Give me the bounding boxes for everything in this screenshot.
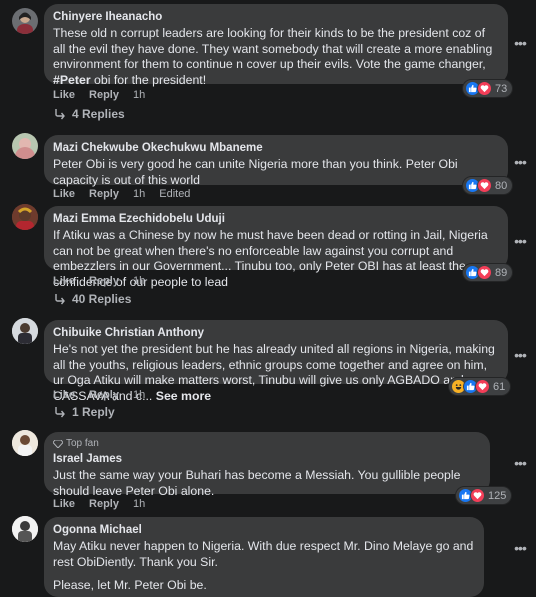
view-replies-button[interactable]: 4 Replies (54, 107, 125, 121)
comment-text: Peter Obi is very good he can unite Nige… (53, 157, 458, 187)
comment-text: Just the same way your Buhari has become… (53, 468, 461, 498)
reactions-summary[interactable]: 73 (463, 80, 513, 97)
comment-text: May Atiku never happen to Nigeria. With … (53, 539, 474, 569)
see-more-link[interactable]: See more (156, 389, 211, 403)
love-reaction-icon (470, 488, 485, 503)
reaction-count: 61 (493, 380, 506, 393)
reaction-count: 89 (495, 266, 508, 279)
avatar[interactable] (12, 430, 38, 456)
avatar[interactable] (12, 204, 38, 230)
timestamp[interactable]: 1h (133, 389, 145, 401)
timestamp[interactable]: 1h (133, 275, 145, 287)
reply-button[interactable]: Reply (89, 389, 119, 401)
avatar[interactable] (12, 516, 38, 542)
more-options-icon[interactable]: ••• (512, 456, 528, 474)
reply-arrow-icon (55, 109, 65, 120)
comment-actions: Like Reply 1h (53, 274, 145, 288)
comment-bubble: Mazi Emma Ezechidobelu Uduji If Atiku wa… (44, 206, 508, 289)
comment-actions: Like Reply 1h (53, 497, 145, 511)
timestamp[interactable]: 1h (133, 188, 145, 200)
like-button[interactable]: Like (53, 275, 75, 287)
comment-author[interactable]: Israel James (53, 452, 480, 466)
hashtag-link[interactable]: #Peter (53, 73, 91, 87)
reaction-count: 125 (488, 489, 507, 502)
avatar[interactable] (12, 133, 38, 159)
timestamp[interactable]: 1h (133, 498, 145, 510)
reply-button[interactable]: Reply (89, 275, 119, 287)
comment-bubble: Ogonna Michael May Atiku never happen to… (44, 517, 484, 597)
reply-button[interactable]: Reply (89, 188, 119, 200)
like-button[interactable]: Like (53, 188, 75, 200)
love-reaction-icon (475, 379, 490, 394)
more-options-icon[interactable]: ••• (512, 155, 528, 173)
comment-author[interactable]: Chibuike Christian Anthony (53, 326, 498, 340)
reply-arrow-icon (55, 407, 65, 418)
more-options-icon[interactable]: ••• (512, 234, 528, 252)
more-options-icon[interactable]: ••• (512, 541, 528, 559)
reactions-summary[interactable]: 61 (449, 378, 511, 395)
reply-button[interactable]: Reply (89, 89, 119, 101)
comment-bubble: Chibuike Christian Anthony He's not yet … (44, 320, 508, 403)
comment-text: These old n corrupt leaders are looking … (53, 26, 493, 87)
like-button[interactable]: Like (53, 498, 75, 510)
comment-author[interactable]: Chinyere Iheanacho (53, 10, 498, 24)
reactions-summary[interactable]: 80 (463, 177, 513, 194)
love-reaction-icon (477, 178, 492, 193)
reactions-summary[interactable]: 125 (456, 487, 512, 504)
comment-author[interactable]: Ogonna Michael (53, 523, 474, 537)
view-replies-button[interactable]: 1 Reply (54, 405, 115, 419)
reaction-count: 80 (495, 179, 508, 192)
comment-actions: Like Reply 1h Edited (53, 187, 190, 201)
avatar[interactable] (12, 318, 38, 344)
reactions-summary[interactable]: 89 (463, 264, 513, 281)
comment-actions: Like Reply 1h (53, 88, 145, 102)
reply-arrow-icon (55, 294, 65, 305)
comment-actions: Like Reply 1h (53, 388, 145, 402)
comment-author[interactable]: Mazi Chekwube Okechukwu Mbaneme (53, 141, 498, 155)
comment-bubble: Top fan Israel James Just the same way y… (44, 432, 490, 498)
reaction-count: 73 (495, 82, 508, 95)
timestamp[interactable]: 1h (133, 89, 145, 101)
more-options-icon[interactable]: ••• (512, 36, 528, 54)
edited-label[interactable]: Edited (159, 188, 190, 200)
love-reaction-icon (477, 81, 492, 96)
avatar[interactable] (12, 8, 38, 34)
comment-bubble: Mazi Chekwube Okechukwu Mbaneme Peter Ob… (44, 135, 508, 187)
diamond-icon (53, 440, 63, 448)
top-fan-badge[interactable]: Top fan (53, 438, 480, 450)
like-button[interactable]: Like (53, 89, 75, 101)
comment-author[interactable]: Mazi Emma Ezechidobelu Uduji (53, 212, 498, 226)
replies-count: 1 Reply (72, 405, 115, 419)
comment-bubble: Chinyere Iheanacho These old n corrupt l… (44, 4, 508, 87)
reply-button[interactable]: Reply (89, 498, 119, 510)
comment-text-paragraph: Please, let Mr. Peter Obi be. (53, 578, 207, 592)
like-button[interactable]: Like (53, 389, 75, 401)
view-replies-button[interactable]: 40 Replies (54, 292, 131, 306)
love-reaction-icon (477, 265, 492, 280)
replies-count: 4 Replies (72, 107, 125, 121)
more-options-icon[interactable]: ••• (512, 348, 528, 366)
replies-count: 40 Replies (72, 292, 132, 306)
